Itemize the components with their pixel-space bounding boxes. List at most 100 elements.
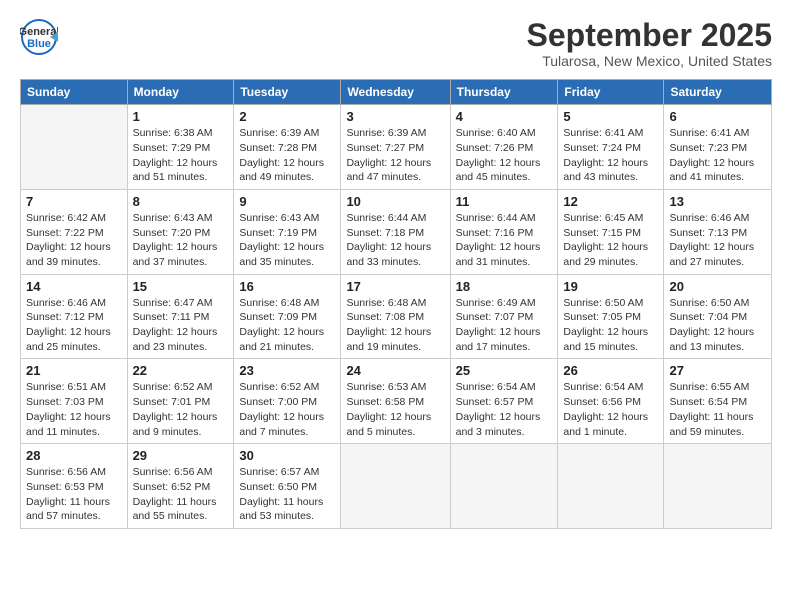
- table-row: 26 Sunrise: 6:54 AM Sunset: 6:56 PM Dayli…: [558, 359, 664, 444]
- calendar-week-row: 14Sunrise: 6:46 AM Sunset: 7:12 PM Dayli…: [21, 274, 772, 359]
- day-number: 23: [239, 363, 335, 378]
- day-number: 3: [346, 109, 444, 124]
- header-tuesday: Tuesday: [234, 80, 341, 105]
- day-number: 30: [239, 448, 335, 463]
- day-info: Sunrise: 6:52 AM Sunset: 7:00 PM Dayligh…: [239, 380, 335, 439]
- weekday-header-row: Sunday Monday Tuesday Wednesday Thursday…: [21, 80, 772, 105]
- table-row: [341, 444, 450, 529]
- table-row: 20 Sunrise: 6:50 AM Sunset: 7:04 PM Dayli…: [664, 274, 772, 359]
- day-info: Sunrise: 6:55 AM Sunset: 6:54 PM Dayligh…: [669, 380, 766, 439]
- day-number: 29: [133, 448, 229, 463]
- day-info: Sunrise: 6:56 AM Sunset: 6:52 PM Dayligh…: [133, 465, 229, 524]
- header: General Blue September 2025 Tularosa, Ne…: [20, 18, 772, 69]
- calendar-week-row: 28 Sunrise: 6:56 AM Sunset: 6:53 PM Dayli…: [21, 444, 772, 529]
- day-info: Sunrise: 6:48 AM Sunset: 7:09 PM Dayligh…: [239, 296, 335, 355]
- day-info: Sunrise: 6:45 AM Sunset: 7:15 PM Dayligh…: [563, 211, 658, 270]
- day-info: Sunrise: 6:41 AM Sunset: 7:23 PM Dayligh…: [669, 126, 766, 185]
- day-number: 28: [26, 448, 122, 463]
- table-row: 6 Sunrise: 6:41 AM Sunset: 7:23 PM Daylig…: [664, 105, 772, 190]
- table-row: 11 Sunrise: 6:44 AM Sunset: 7:16 PM Dayli…: [450, 189, 558, 274]
- table-row: 29 Sunrise: 6:56 AM Sunset: 6:52 PM Dayli…: [127, 444, 234, 529]
- day-number: 20: [669, 279, 766, 294]
- header-friday: Friday: [558, 80, 664, 105]
- svg-text:Blue: Blue: [27, 38, 51, 50]
- header-sunday: Sunday: [21, 80, 128, 105]
- table-row: [450, 444, 558, 529]
- table-row: 21 Sunrise: 6:51 AM Sunset: 7:03 PM Dayli…: [21, 359, 128, 444]
- day-info: Sunrise: 6:43 AM Sunset: 7:20 PM Dayligh…: [133, 211, 229, 270]
- calendar-subtitle: Tularosa, New Mexico, United States: [527, 53, 772, 69]
- day-number: 7: [26, 194, 122, 209]
- day-info: Sunrise: 6:51 AM Sunset: 7:03 PM Dayligh…: [26, 380, 122, 439]
- table-row: 19Sunrise: 6:50 AM Sunset: 7:05 PM Dayli…: [558, 274, 664, 359]
- day-number: 5: [563, 109, 658, 124]
- table-row: 3 Sunrise: 6:39 AM Sunset: 7:27 PM Daylig…: [341, 105, 450, 190]
- table-row: 25Sunrise: 6:54 AM Sunset: 6:57 PM Dayli…: [450, 359, 558, 444]
- page: General Blue September 2025 Tularosa, Ne…: [0, 0, 792, 612]
- day-info: Sunrise: 6:46 AM Sunset: 7:12 PM Dayligh…: [26, 296, 122, 355]
- header-thursday: Thursday: [450, 80, 558, 105]
- table-row: 24 Sunrise: 6:53 AM Sunset: 6:58 PM Dayli…: [341, 359, 450, 444]
- table-row: 10Sunrise: 6:44 AM Sunset: 7:18 PM Dayli…: [341, 189, 450, 274]
- day-number: 21: [26, 363, 122, 378]
- day-number: 26: [563, 363, 658, 378]
- day-info: Sunrise: 6:43 AM Sunset: 7:19 PM Dayligh…: [239, 211, 335, 270]
- day-number: 6: [669, 109, 766, 124]
- table-row: 30 Sunrise: 6:57 AM Sunset: 6:50 PM Dayli…: [234, 444, 341, 529]
- day-info: Sunrise: 6:50 AM Sunset: 7:04 PM Dayligh…: [669, 296, 766, 355]
- day-number: 11: [456, 194, 553, 209]
- table-row: 22 Sunrise: 6:52 AM Sunset: 7:01 PM Dayli…: [127, 359, 234, 444]
- table-row: 2Sunrise: 6:39 AM Sunset: 7:28 PM Daylig…: [234, 105, 341, 190]
- calendar-title: September 2025: [527, 18, 772, 53]
- table-row: 18 Sunrise: 6:49 AM Sunset: 7:07 PM Dayli…: [450, 274, 558, 359]
- day-info: Sunrise: 6:44 AM Sunset: 7:16 PM Dayligh…: [456, 211, 553, 270]
- table-row: 7 Sunrise: 6:42 AM Sunset: 7:22 PM Daylig…: [21, 189, 128, 274]
- calendar-week-row: 1 Sunrise: 6:38 AM Sunset: 7:29 PM Daylig…: [21, 105, 772, 190]
- table-row: 1 Sunrise: 6:38 AM Sunset: 7:29 PM Daylig…: [127, 105, 234, 190]
- day-info: Sunrise: 6:47 AM Sunset: 7:11 PM Dayligh…: [133, 296, 229, 355]
- day-number: 10: [346, 194, 444, 209]
- day-number: 9: [239, 194, 335, 209]
- table-row: 12Sunrise: 6:45 AM Sunset: 7:15 PM Dayli…: [558, 189, 664, 274]
- day-number: 22: [133, 363, 229, 378]
- table-row: 28 Sunrise: 6:56 AM Sunset: 6:53 PM Dayli…: [21, 444, 128, 529]
- table-row: 5Sunrise: 6:41 AM Sunset: 7:24 PM Daylig…: [558, 105, 664, 190]
- day-number: 4: [456, 109, 553, 124]
- day-number: 17: [346, 279, 444, 294]
- day-info: Sunrise: 6:57 AM Sunset: 6:50 PM Dayligh…: [239, 465, 335, 524]
- day-info: Sunrise: 6:54 AM Sunset: 6:57 PM Dayligh…: [456, 380, 553, 439]
- calendar-week-row: 7 Sunrise: 6:42 AM Sunset: 7:22 PM Daylig…: [21, 189, 772, 274]
- day-info: Sunrise: 6:42 AM Sunset: 7:22 PM Dayligh…: [26, 211, 122, 270]
- day-info: Sunrise: 6:46 AM Sunset: 7:13 PM Dayligh…: [669, 211, 766, 270]
- table-row: 23 Sunrise: 6:52 AM Sunset: 7:00 PM Dayli…: [234, 359, 341, 444]
- day-info: Sunrise: 6:54 AM Sunset: 6:56 PM Dayligh…: [563, 380, 658, 439]
- logo-icon: General Blue: [20, 18, 58, 56]
- calendar-week-row: 21 Sunrise: 6:51 AM Sunset: 7:03 PM Dayli…: [21, 359, 772, 444]
- day-info: Sunrise: 6:48 AM Sunset: 7:08 PM Dayligh…: [346, 296, 444, 355]
- table-row: 17 Sunrise: 6:48 AM Sunset: 7:08 PM Dayli…: [341, 274, 450, 359]
- day-info: Sunrise: 6:39 AM Sunset: 7:28 PM Dayligh…: [239, 126, 335, 185]
- day-info: Sunrise: 6:52 AM Sunset: 7:01 PM Dayligh…: [133, 380, 229, 439]
- day-number: 18: [456, 279, 553, 294]
- day-info: Sunrise: 6:49 AM Sunset: 7:07 PM Dayligh…: [456, 296, 553, 355]
- header-saturday: Saturday: [664, 80, 772, 105]
- day-info: Sunrise: 6:56 AM Sunset: 6:53 PM Dayligh…: [26, 465, 122, 524]
- table-row: [664, 444, 772, 529]
- table-row: [21, 105, 128, 190]
- day-info: Sunrise: 6:38 AM Sunset: 7:29 PM Dayligh…: [133, 126, 229, 185]
- table-row: 15 Sunrise: 6:47 AM Sunset: 7:11 PM Dayli…: [127, 274, 234, 359]
- day-number: 19: [563, 279, 658, 294]
- day-number: 27: [669, 363, 766, 378]
- day-info: Sunrise: 6:53 AM Sunset: 6:58 PM Dayligh…: [346, 380, 444, 439]
- day-number: 1: [133, 109, 229, 124]
- table-row: 4 Sunrise: 6:40 AM Sunset: 7:26 PM Daylig…: [450, 105, 558, 190]
- day-number: 24: [346, 363, 444, 378]
- day-info: Sunrise: 6:40 AM Sunset: 7:26 PM Dayligh…: [456, 126, 553, 185]
- day-number: 13: [669, 194, 766, 209]
- day-info: Sunrise: 6:39 AM Sunset: 7:27 PM Dayligh…: [346, 126, 444, 185]
- header-monday: Monday: [127, 80, 234, 105]
- calendar-table: Sunday Monday Tuesday Wednesday Thursday…: [20, 79, 772, 529]
- day-number: 15: [133, 279, 229, 294]
- logo: General Blue: [20, 18, 58, 56]
- table-row: 16Sunrise: 6:48 AM Sunset: 7:09 PM Dayli…: [234, 274, 341, 359]
